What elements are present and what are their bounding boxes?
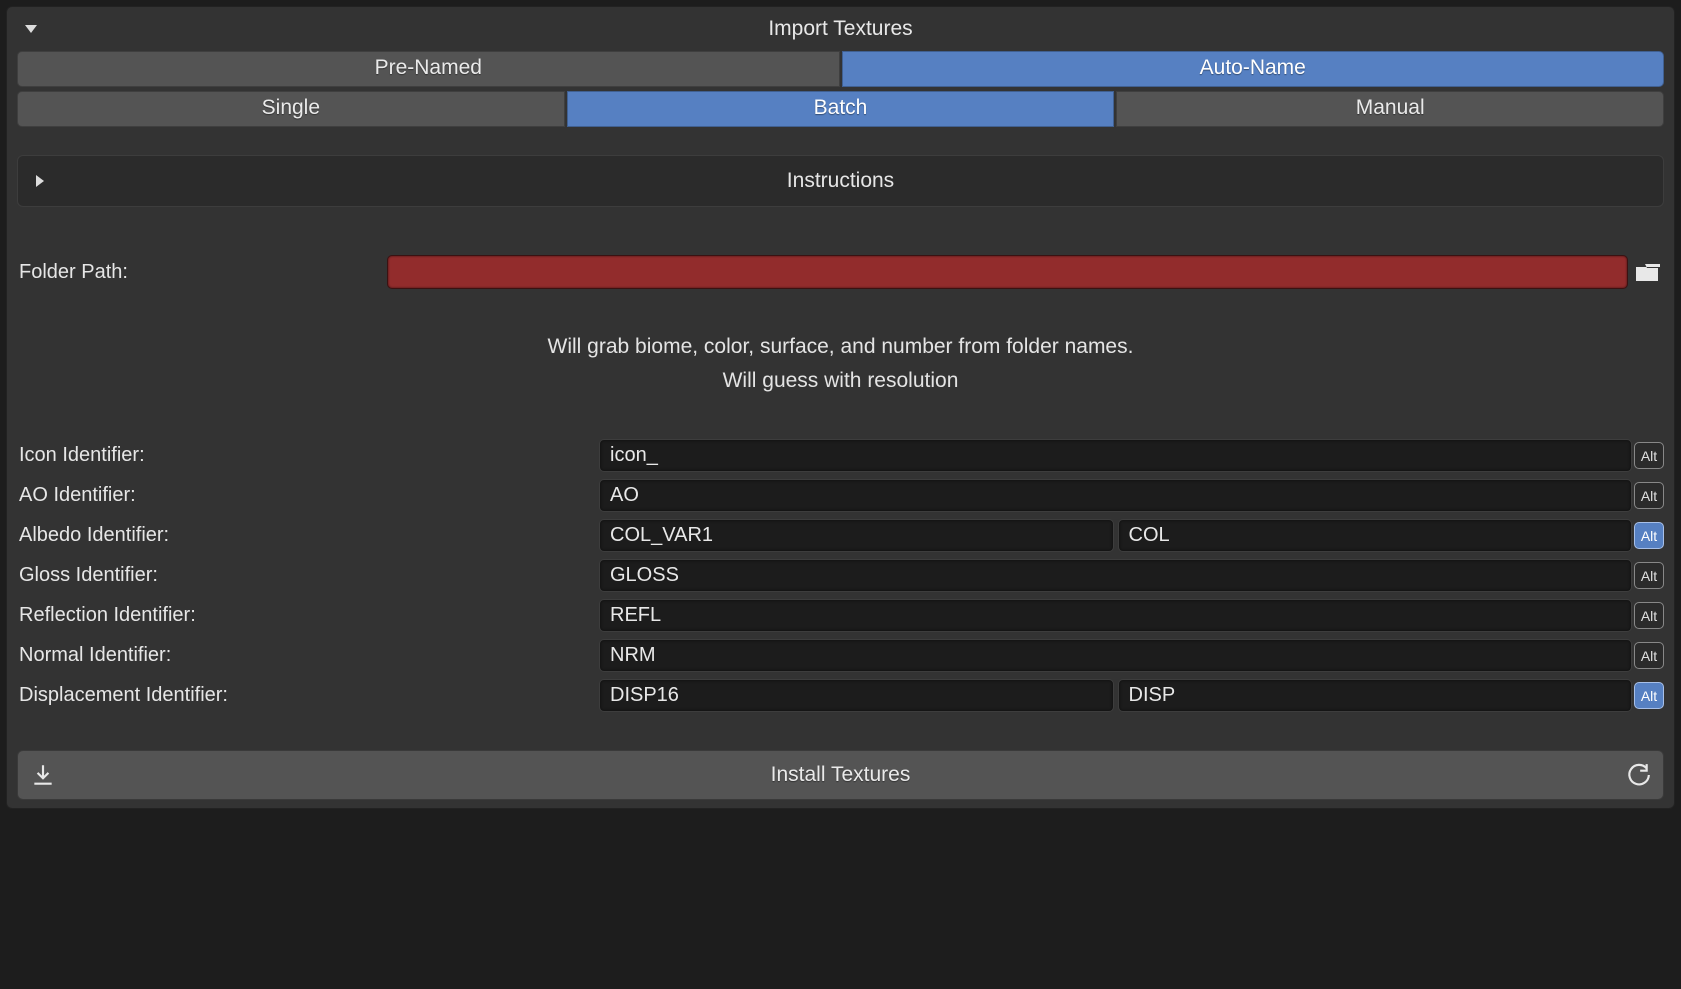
alt-toggle[interactable]: Alt bbox=[1634, 482, 1664, 509]
refresh-icon bbox=[1625, 762, 1651, 788]
info-line-1: Will grab biome, color, surface, and num… bbox=[17, 335, 1664, 359]
identifier-input[interactable] bbox=[1118, 679, 1633, 712]
identifier-inputs bbox=[599, 639, 1632, 672]
identifier-label: Albedo Identifier: bbox=[17, 524, 599, 547]
identifier-inputs bbox=[599, 519, 1632, 552]
identifier-input[interactable] bbox=[599, 679, 1114, 712]
identifier-input[interactable] bbox=[1118, 519, 1633, 552]
identifier-label: AO Identifier: bbox=[17, 484, 599, 507]
identifier-row: Icon Identifier: Alt bbox=[17, 439, 1664, 472]
folder-path-label: Folder Path: bbox=[17, 261, 387, 284]
instructions-title: Instructions bbox=[787, 169, 894, 193]
alt-toggle[interactable]: Alt bbox=[1634, 642, 1664, 669]
identifier-row: Reflection Identifier: Alt bbox=[17, 599, 1664, 632]
identifier-row: Albedo Identifier: Alt bbox=[17, 519, 1664, 552]
identifier-input[interactable] bbox=[599, 559, 1632, 592]
alt-toggle[interactable]: Alt bbox=[1634, 682, 1664, 709]
identifier-label: Gloss Identifier: bbox=[17, 564, 599, 587]
identifier-inputs bbox=[599, 599, 1632, 632]
identifier-row: Gloss Identifier: Alt bbox=[17, 559, 1664, 592]
identifier-row: Displacement Identifier: Alt bbox=[17, 679, 1664, 712]
tab-import-manual[interactable]: Manual bbox=[1116, 91, 1664, 127]
identifier-input[interactable] bbox=[599, 519, 1114, 552]
identifier-inputs bbox=[599, 439, 1632, 472]
identifier-input[interactable] bbox=[599, 439, 1632, 472]
instructions-subpanel[interactable]: Instructions bbox=[17, 155, 1664, 207]
folder-icon bbox=[1636, 262, 1660, 282]
disclosure-triangle-icon[interactable] bbox=[25, 25, 37, 33]
identifier-inputs bbox=[599, 559, 1632, 592]
download-icon bbox=[30, 762, 56, 788]
identifier-inputs bbox=[599, 479, 1632, 512]
import-textures-panel: Import Textures Pre-NamedAuto-Name Singl… bbox=[6, 6, 1675, 809]
tab-import-single[interactable]: Single bbox=[17, 91, 565, 127]
identifier-fields: Icon Identifier:AltAO Identifier:AltAlbe… bbox=[17, 439, 1664, 712]
install-label: Install Textures bbox=[771, 763, 911, 787]
identifier-label: Displacement Identifier: bbox=[17, 684, 599, 707]
install-textures-button[interactable]: Install Textures bbox=[17, 750, 1664, 800]
info-line-2: Will guess with resolution bbox=[17, 369, 1664, 393]
identifier-label: Reflection Identifier: bbox=[17, 604, 599, 627]
alt-toggle[interactable]: Alt bbox=[1634, 602, 1664, 629]
alt-toggle[interactable]: Alt bbox=[1634, 562, 1664, 589]
tab-import-batch[interactable]: Batch bbox=[567, 91, 1115, 127]
tab-naming-auto-name[interactable]: Auto-Name bbox=[842, 51, 1665, 87]
identifier-row: AO Identifier: Alt bbox=[17, 479, 1664, 512]
identifier-input[interactable] bbox=[599, 639, 1632, 672]
identifier-row: Normal Identifier: Alt bbox=[17, 639, 1664, 672]
alt-toggle[interactable]: Alt bbox=[1634, 522, 1664, 549]
identifier-input[interactable] bbox=[599, 479, 1632, 512]
identifier-label: Normal Identifier: bbox=[17, 644, 599, 667]
alt-toggle[interactable]: Alt bbox=[1634, 442, 1664, 469]
panel-title: Import Textures bbox=[768, 17, 912, 41]
browse-folder-button[interactable] bbox=[1632, 256, 1664, 288]
import-mode-tabs: SingleBatchManual bbox=[17, 91, 1664, 127]
chevron-right-icon[interactable] bbox=[36, 175, 44, 187]
folder-path-input[interactable] bbox=[387, 255, 1628, 289]
identifier-input[interactable] bbox=[599, 599, 1632, 632]
naming-mode-tabs: Pre-NamedAuto-Name bbox=[17, 51, 1664, 87]
info-block: Will grab biome, color, surface, and num… bbox=[17, 335, 1664, 393]
folder-path-row: Folder Path: bbox=[17, 255, 1664, 289]
tab-naming-pre-named[interactable]: Pre-Named bbox=[17, 51, 840, 87]
identifier-label: Icon Identifier: bbox=[17, 444, 599, 467]
identifier-inputs bbox=[599, 679, 1632, 712]
panel-header[interactable]: Import Textures bbox=[7, 7, 1674, 51]
